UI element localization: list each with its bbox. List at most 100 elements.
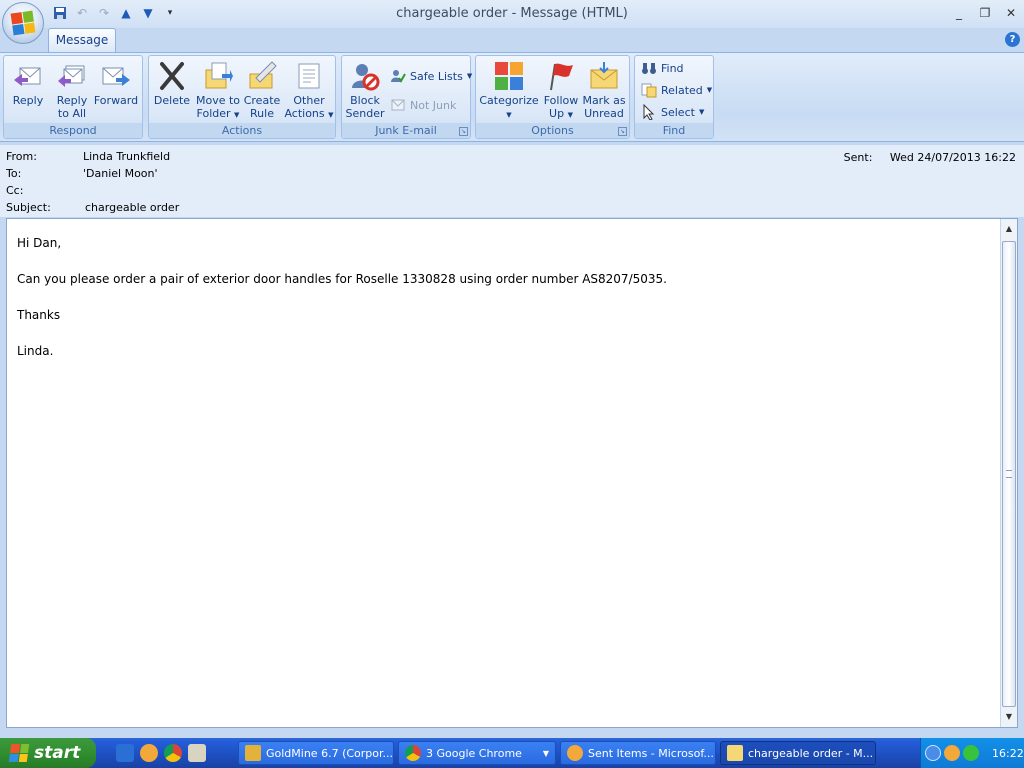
mark-as-unread-button[interactable]: Mark as Unread <box>582 60 626 124</box>
outlook-icon[interactable] <box>140 744 158 762</box>
clock: 16:22 <box>992 746 1024 760</box>
outlook-icon <box>567 745 583 761</box>
group-junk-email: Block Sender Safe Lists ▼ Not Junk Junk E… <box>341 55 472 139</box>
reply-button[interactable]: Reply <box>10 60 46 124</box>
restore-button[interactable]: ❐ <box>974 4 996 22</box>
cursor-arrow-icon <box>643 104 655 120</box>
taskbar-item-sent-items[interactable]: Sent Items - Microsof... <box>560 741 716 765</box>
start-button[interactable]: start <box>0 738 96 768</box>
goldmine-icon <box>245 745 261 761</box>
categorize-icon <box>495 62 523 90</box>
message-header: From: Linda Trunkfield To: 'Daniel Moon'… <box>0 145 1024 217</box>
scroll-down-icon[interactable]: ▼ <box>1001 709 1017 725</box>
group-label-options: Options <box>476 123 629 138</box>
follow-up-button[interactable]: Follow Up ▼ <box>542 60 580 124</box>
subject-value: chargeable order <box>85 201 180 214</box>
chevron-down-icon: ▼ <box>706 86 713 94</box>
envelope-icon <box>727 745 743 761</box>
create-rule-button[interactable]: Create Rule <box>243 60 281 124</box>
safe-lists-icon <box>391 70 406 83</box>
taskbar-item-chargeable-order[interactable]: chargeable order - M... <box>720 741 876 765</box>
from-label: From: <box>6 150 37 163</box>
outlook-tray-icon[interactable] <box>944 745 960 761</box>
chevron-down-icon: ▼ <box>506 111 512 119</box>
find-button[interactable]: Find <box>641 58 684 78</box>
taskbar: start GoldMine 6.7 (Corpor... 3 Google C… <box>0 738 1024 768</box>
other-actions-icon <box>298 63 320 89</box>
group-options: Categorize ▼ Follow Up ▼ Mark as Unread … <box>475 55 630 139</box>
office-button[interactable] <box>2 2 44 44</box>
chevron-down-icon: ▼ <box>466 72 473 80</box>
tab-message[interactable]: Message <box>48 28 116 52</box>
help-icon[interactable]: ? <box>1005 32 1020 47</box>
group-actions: Delete Move to Folder ▼ Create Rule Othe… <box>148 55 336 139</box>
windows-flag-icon <box>8 744 30 762</box>
minimize-button[interactable]: _ <box>948 4 970 22</box>
other-actions-button[interactable]: Other Actions ▼ <box>283 60 335 124</box>
follow-up-flag-icon <box>550 63 573 91</box>
reply-all-button[interactable]: Reply to All <box>54 60 90 124</box>
chevron-down-icon: ▼ <box>567 111 573 119</box>
delete-icon <box>160 62 184 90</box>
ribbon: Reply Reply to All Forward Respond Delet… <box>0 52 1024 142</box>
group-label-respond: Respond <box>4 123 142 138</box>
group-label-find: Find <box>635 123 713 138</box>
binoculars-icon <box>642 63 656 74</box>
vertical-scrollbar[interactable]: ▲ ▼ <box>1000 219 1017 727</box>
chrome-icon <box>405 745 421 761</box>
group-find: Find Related ▼ Select ▼ Find <box>634 55 714 139</box>
message-body: Hi Dan, Can you please order a pair of e… <box>17 235 977 379</box>
signature-line: Linda. <box>17 344 54 358</box>
move-to-folder-button[interactable]: Move to Folder ▼ <box>195 60 241 124</box>
cc-label: Cc: <box>6 184 24 197</box>
message-body-pane[interactable]: Hi Dan, Can you please order a pair of e… <box>6 218 1018 728</box>
scroll-up-icon[interactable]: ▲ <box>1001 221 1017 237</box>
dialog-launcher-icon[interactable]: ↘ <box>459 127 468 136</box>
app-icon[interactable] <box>188 744 206 762</box>
thanks-line: Thanks <box>17 308 61 322</box>
window-controls: _ ❐ ✕ <box>948 4 1022 22</box>
create-rule-icon <box>249 61 277 89</box>
window-title: chargeable order - Message (HTML) <box>396 6 628 21</box>
forward-button[interactable]: Forward <box>94 60 138 124</box>
taskbar-item-chrome[interactable]: 3 Google Chrome ▼ <box>398 741 556 765</box>
move-to-folder-icon <box>205 62 233 89</box>
forward-icon <box>102 67 130 86</box>
chrome-icon[interactable] <box>164 744 182 762</box>
safe-lists-button[interactable]: Safe Lists ▼ <box>390 66 472 86</box>
group-label-junk-email: Junk E-mail <box>342 123 470 138</box>
sent-value: Wed 24/07/2013 16:22 <box>889 151 1016 164</box>
to-label: To: <box>6 167 22 180</box>
office-logo-icon <box>10 10 36 36</box>
taskbar-item-goldmine[interactable]: GoldMine 6.7 (Corpor... <box>238 741 394 765</box>
related-icon <box>641 83 657 98</box>
ribbon-tab-row: Message ? <box>0 28 1024 52</box>
related-button[interactable]: Related ▼ <box>641 80 712 100</box>
system-tray: 16:22 <box>920 738 1024 768</box>
chevron-down-icon: ▼ <box>542 748 549 758</box>
show-hidden-icons-icon[interactable] <box>925 745 941 761</box>
select-button[interactable]: Select ▼ <box>641 102 704 122</box>
from-value[interactable]: Linda Trunkfield <box>83 149 170 165</box>
dialog-launcher-icon[interactable]: ↘ <box>618 127 627 136</box>
mark-as-unread-icon <box>590 62 618 89</box>
chevron-down-icon: ▼ <box>234 111 240 119</box>
title-bar: ↶ ↷ ▲ ▼ ▾ chargeable order - Message (HT… <box>0 0 1024 28</box>
delete-button[interactable]: Delete <box>153 60 191 124</box>
not-junk-button[interactable]: Not Junk <box>390 95 456 115</box>
chevron-down-icon: ▼ <box>328 111 334 119</box>
status-tray-icon[interactable] <box>963 745 979 761</box>
block-sender-icon <box>352 64 380 91</box>
sent-label: Sent: <box>843 151 873 164</box>
subject-label: Subject: <box>6 201 51 214</box>
close-button[interactable]: ✕ <box>1000 4 1022 22</box>
sent-row: Sent: Wed 24/07/2013 16:22 <box>844 151 1016 164</box>
scrollbar-thumb[interactable] <box>1002 241 1016 707</box>
ie-icon[interactable] <box>116 744 134 762</box>
chevron-down-icon: ▼ <box>698 108 705 116</box>
to-value[interactable]: 'Daniel Moon' <box>83 166 158 182</box>
grip-icon <box>1006 470 1012 478</box>
group-label-actions: Actions <box>149 123 335 138</box>
categorize-button[interactable]: Categorize ▼ <box>479 60 539 124</box>
block-sender-button[interactable]: Block Sender <box>344 60 386 124</box>
